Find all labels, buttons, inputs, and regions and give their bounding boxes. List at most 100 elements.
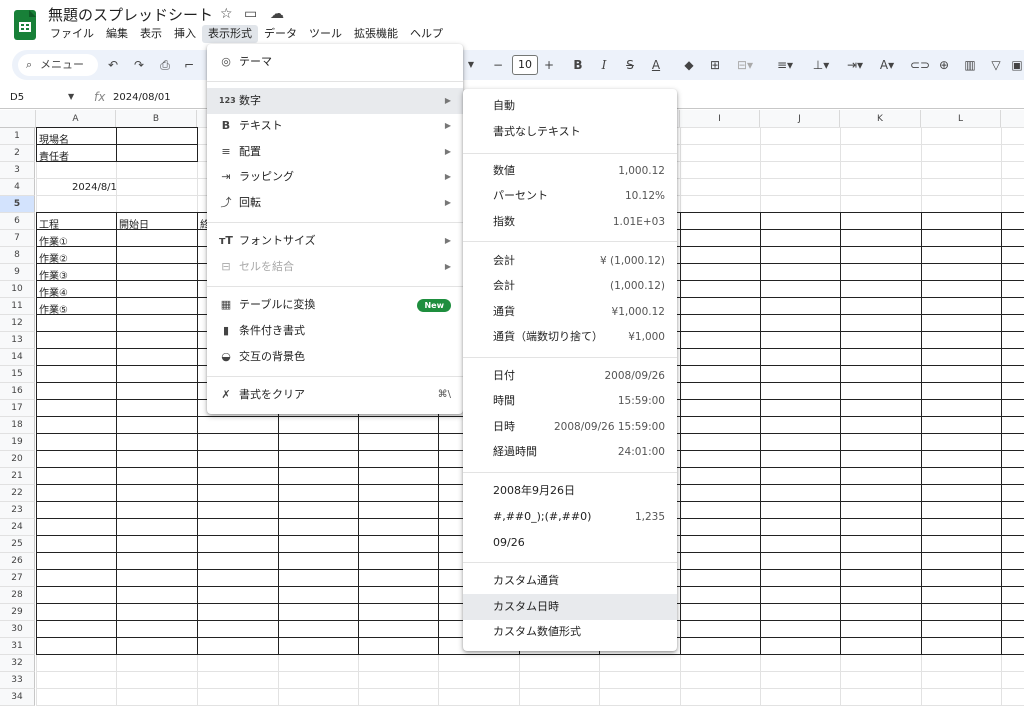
number-format-recent-number[interactable]: #,##0_);(#,##0) 1,235 <box>463 504 677 530</box>
format-menu-clear-formatting[interactable]: ✗ 書式をクリア ⌘\ <box>207 382 463 408</box>
font-dropdown-chevron-icon[interactable]: ▼ <box>465 55 477 75</box>
row-header[interactable]: 6 <box>0 213 35 230</box>
row-header[interactable]: 30 <box>0 621 35 638</box>
cell-a6[interactable]: 工程 <box>39 216 59 231</box>
row-header[interactable]: 7 <box>0 230 35 247</box>
cloud-status-icon[interactable]: ☁ <box>270 6 284 22</box>
column-header-b[interactable]: B <box>116 110 197 128</box>
column-header-l[interactable]: L <box>921 110 1001 128</box>
row-header[interactable]: 21 <box>0 468 35 485</box>
row-header[interactable]: 15 <box>0 366 35 383</box>
number-format-percent[interactable]: パーセント 10.12% <box>463 183 677 209</box>
row-header[interactable]: 28 <box>0 587 35 604</box>
format-menu-font-size[interactable]: ᴛT フォントサイズ ▶ <box>207 228 463 254</box>
row-header[interactable]: 11 <box>0 298 35 315</box>
italic-icon[interactable]: I <box>596 55 612 75</box>
menu-help[interactable]: ヘルプ <box>404 25 449 43</box>
menu-search-button[interactable]: ⌕ メニュー <box>18 54 98 76</box>
format-menu-number[interactable]: 123 数字 ▶ <box>207 88 463 114</box>
column-header-a[interactable]: A <box>36 110 116 128</box>
formula-input[interactable]: 2024/08/01 <box>113 92 171 103</box>
column-header-j[interactable]: J <box>760 110 840 128</box>
number-format-automatic[interactable]: 自動 <box>463 93 677 119</box>
number-format-currency-rounded[interactable]: 通貨（端数切り捨て） ¥1,000 <box>463 324 677 350</box>
number-format-recent-short-date[interactable]: 09/26 <box>463 530 677 556</box>
number-format-number[interactable]: 数値 1,000.12 <box>463 158 677 184</box>
increase-font-size-button[interactable]: + <box>543 55 555 75</box>
cell-a1[interactable]: 現場名 <box>39 131 69 146</box>
text-rotation-icon[interactable]: A▾ <box>874 55 900 75</box>
text-wrapping-icon[interactable]: ⇥▾ <box>842 55 868 75</box>
row-header[interactable]: 24 <box>0 519 35 536</box>
number-format-time[interactable]: 時間 15:59:00 <box>463 388 677 414</box>
row-header[interactable]: 32 <box>0 655 35 672</box>
format-menu-merge[interactable]: ⊟ セルを結合 ▶ <box>207 254 463 280</box>
row-header[interactable]: 25 <box>0 536 35 553</box>
format-menu-conditional-formatting[interactable]: ▮ 条件付き書式 <box>207 318 463 344</box>
row-header[interactable]: 27 <box>0 570 35 587</box>
redo-icon[interactable]: ↷ <box>132 55 146 75</box>
sheets-logo-icon[interactable] <box>14 10 36 40</box>
cell-a7[interactable]: 作業① <box>39 233 68 248</box>
fill-color-icon[interactable]: ◆ <box>681 55 697 75</box>
filter-views-icon[interactable]: ▣ <box>1010 55 1024 75</box>
menu-format[interactable]: 表示形式 <box>202 25 258 43</box>
menu-extensions[interactable]: 拡張機能 <box>348 25 404 43</box>
name-box-chevron-icon[interactable]: ▼ <box>68 92 74 101</box>
row-header[interactable]: 31 <box>0 638 35 655</box>
print-icon[interactable]: ⎙ <box>157 55 173 75</box>
cell-a10[interactable]: 作業④ <box>39 284 68 299</box>
cell-a4[interactable]: 2024/8/1 <box>72 182 117 193</box>
row-header[interactable]: 14 <box>0 349 35 366</box>
row-header[interactable]: 3 <box>0 162 35 179</box>
format-menu-rotate[interactable]: ⤴ 回転 ▶ <box>207 190 463 216</box>
format-menu-theme[interactable]: ◎ テーマ <box>207 49 463 75</box>
row-header[interactable]: 17 <box>0 400 35 417</box>
number-format-custom-datetime[interactable]: カスタム日時 <box>463 594 677 620</box>
select-all-corner[interactable] <box>0 110 36 128</box>
menu-insert[interactable]: 挿入 <box>168 25 202 43</box>
star-icon[interactable]: ☆ <box>220 6 233 22</box>
number-format-accounting-yen[interactable]: 会計 ¥ (1,000.12) <box>463 248 677 274</box>
menu-view[interactable]: 表示 <box>134 25 168 43</box>
row-header[interactable]: 26 <box>0 553 35 570</box>
row-header[interactable]: 19 <box>0 434 35 451</box>
row-header[interactable]: 2 <box>0 145 35 162</box>
number-format-date[interactable]: 日付 2008/09/26 <box>463 363 677 389</box>
row-header[interactable]: 16 <box>0 383 35 400</box>
row-header[interactable]: 5 <box>0 196 35 213</box>
undo-icon[interactable]: ↶ <box>106 55 120 75</box>
merge-cells-icon[interactable]: ⊟▾ <box>733 55 757 75</box>
number-format-datetime[interactable]: 日時 2008/09/26 15:59:00 <box>463 414 677 440</box>
cell-a2[interactable]: 責任者 <box>39 148 69 163</box>
menu-file[interactable]: ファイル <box>44 25 100 43</box>
document-title[interactable]: 無題のスプレッドシート <box>48 4 213 25</box>
move-folder-icon[interactable]: ▭ <box>244 6 257 22</box>
number-format-custom-currency[interactable]: カスタム通貨 <box>463 568 677 594</box>
borders-icon[interactable]: ⊞ <box>707 55 723 75</box>
number-format-scientific[interactable]: 指数 1.01E+03 <box>463 209 677 235</box>
number-format-duration[interactable]: 経過時間 24:01:00 <box>463 439 677 465</box>
column-header-k[interactable]: K <box>840 110 921 128</box>
row-header[interactable]: 1 <box>0 128 35 145</box>
cell-a8[interactable]: 作業② <box>39 250 68 265</box>
cell-a9[interactable]: 作業③ <box>39 267 68 282</box>
number-format-custom-number[interactable]: カスタム数値形式 <box>463 619 677 645</box>
text-color-icon[interactable]: A <box>648 55 664 75</box>
number-format-accounting[interactable]: 会計 (1,000.12) <box>463 273 677 299</box>
row-header[interactable]: 9 <box>0 264 35 281</box>
decrease-font-size-button[interactable]: − <box>492 55 504 75</box>
row-header[interactable]: 34 <box>0 689 35 706</box>
format-menu-text[interactable]: B テキスト ▶ <box>207 113 463 139</box>
row-header[interactable]: 8 <box>0 247 35 264</box>
insert-link-icon[interactable]: ⊂⊃ <box>910 55 930 75</box>
format-menu-alternating-colors[interactable]: ◒ 交互の背景色 <box>207 344 463 370</box>
format-menu-align[interactable]: ≡ 配置 ▶ <box>207 139 463 165</box>
menu-edit[interactable]: 編集 <box>100 25 134 43</box>
row-header[interactable]: 4 <box>0 179 35 196</box>
bold-icon[interactable]: B <box>570 55 586 75</box>
name-box[interactable]: D5 <box>10 92 24 103</box>
row-header[interactable]: 29 <box>0 604 35 621</box>
row-header[interactable]: 12 <box>0 315 35 332</box>
row-header[interactable]: 22 <box>0 485 35 502</box>
